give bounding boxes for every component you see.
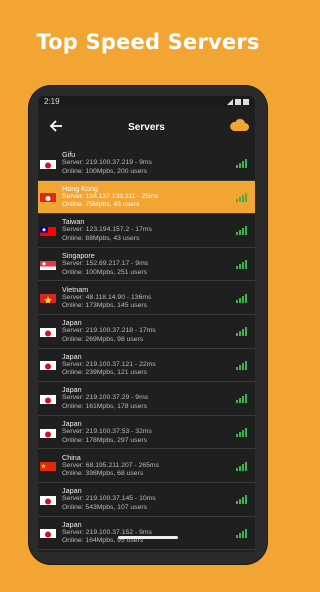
status-icons xyxy=(227,98,249,105)
signal-strength-icon xyxy=(236,461,248,471)
server-row[interactable]: Japan Server: 219.100.37.152 - 9ms Online:… xyxy=(38,517,255,551)
server-info: Taiwan Server: 123.194.157.2 - 17ms Online… xyxy=(62,217,236,243)
flag-japan-icon xyxy=(40,393,56,404)
server-address: Server: 123.194.157.2 - 17ms xyxy=(62,226,152,234)
server-country: Taiwan xyxy=(62,217,85,227)
server-row[interactable]: Japan Server: 219.100.37.53 - 32ms Online:… xyxy=(38,416,255,450)
server-online: Online: 88Mpbs, 43 users xyxy=(62,234,140,242)
app-screen: 2:19 Servers Gifu Server: 219.100.37.219 … xyxy=(38,96,255,552)
server-country: Japan xyxy=(62,385,82,395)
flag-vietnam-icon xyxy=(40,292,56,304)
status-time: 2:19 xyxy=(44,97,60,106)
server-country: Japan xyxy=(62,351,82,361)
server-address: Server: 219.100.37.121 - 22ms xyxy=(62,360,156,368)
server-country: Japan xyxy=(62,486,82,496)
status-bar: 2:19 xyxy=(38,96,255,107)
server-online: Online: 398Mpbs, 68 users xyxy=(62,470,144,478)
server-info: Gifu Server: 219.100.37.219 - 9ms Online: … xyxy=(62,150,236,176)
signal-status-icon xyxy=(235,98,241,105)
flag-japan-icon xyxy=(40,494,56,505)
server-row[interactable]: Japan Server: 219.100.37.29 - 9ms Online: … xyxy=(38,382,255,416)
signal-strength-icon xyxy=(236,259,248,270)
server-online: Online: 178Mpbs, 297 users xyxy=(62,436,148,444)
server-info: Japan Server: 219.100.37.218 - 17ms Online… xyxy=(62,318,236,344)
arrow-left-icon[interactable] xyxy=(48,118,64,134)
server-address: Server: 48.118.14.90 - 136ms xyxy=(62,293,152,301)
app-bar: Servers xyxy=(38,107,255,147)
server-online: Online: 161Mpbs, 178 users xyxy=(62,402,148,410)
cloud-icon[interactable] xyxy=(229,118,249,132)
server-address: Server: 219.100.37.53 - 32ms xyxy=(62,427,152,435)
server-online: Online: 75Mpbs, 43 users xyxy=(62,201,140,209)
signal-strength-icon xyxy=(236,326,248,337)
signal-strength-icon xyxy=(236,528,248,538)
server-online: Online: 543Mpbs, 107 users xyxy=(62,503,148,511)
server-list: Gifu Server: 219.100.37.219 - 9ms Online: … xyxy=(38,147,255,551)
headline: Top Speed Servers xyxy=(36,30,260,54)
server-info: China Server: 68.195.211.207 - 265ms Onlin… xyxy=(62,453,236,479)
server-row[interactable]: Hong Kong Server: 118.137.133.111 - 25ms O… xyxy=(38,180,255,215)
server-country: China xyxy=(62,452,81,462)
flag-japan-icon xyxy=(40,427,56,438)
server-row[interactable]: Japan Server: 219.100.37.121 - 22ms Online… xyxy=(38,349,255,383)
server-info: Hong Kong Server: 118.137.133.111 - 25ms O… xyxy=(62,184,236,210)
server-address: Server: 118.137.133.111 - 25ms xyxy=(62,192,158,200)
signal-strength-icon xyxy=(236,293,248,303)
flag-japan-icon xyxy=(40,158,56,169)
server-online: Online: 173Mpbs, 145 users xyxy=(62,302,148,310)
signal-strength-icon xyxy=(236,494,248,505)
server-address: Server: 219.100.37.219 - 9ms xyxy=(62,159,152,167)
server-row[interactable]: Vietnam Server: 48.118.14.90 - 136ms Onlin… xyxy=(38,281,255,315)
server-online: Online: 100Mpbs, 251 users xyxy=(62,268,148,276)
server-country: Japan xyxy=(62,318,82,328)
flag-singapore-icon xyxy=(40,259,56,270)
flag-china-icon xyxy=(40,460,56,472)
server-info: Japan Server: 219.100.37.53 - 32ms Online:… xyxy=(62,419,236,445)
server-online: Online: 269Mpbs, 98 users xyxy=(62,335,144,343)
server-row[interactable]: Singapore Server: 152.69.217.17 - 9ms Onli… xyxy=(38,248,255,282)
server-country: Vietnam xyxy=(62,284,89,294)
server-info: Singapore Server: 152.69.217.17 - 9ms Onli… xyxy=(62,251,236,277)
server-address: Server: 219.100.37.145 - 10ms xyxy=(62,495,156,503)
server-country: Hong Kong xyxy=(62,183,98,193)
flag-japan-icon xyxy=(40,527,56,539)
server-address: Server: 68.195.211.207 - 265ms xyxy=(62,461,159,469)
server-row[interactable]: Japan Server: 219.100.37.145 - 10ms Online… xyxy=(38,483,255,517)
server-country: Singapore xyxy=(62,250,95,260)
server-info: Japan Server: 219.100.37.29 - 9ms Online: … xyxy=(62,385,236,411)
server-country: Gifu xyxy=(62,150,76,160)
battery-icon xyxy=(243,98,249,105)
signal-strength-icon xyxy=(236,225,248,236)
signal-strength-icon xyxy=(236,192,248,202)
server-online: Online: 100Mpbs, 200 users xyxy=(62,167,148,175)
server-info: Japan Server: 219.100.37.152 - 9ms Online:… xyxy=(62,520,236,546)
server-country: Japan xyxy=(62,418,82,428)
server-info: Japan Server: 219.100.37.121 - 22ms Online… xyxy=(62,352,236,378)
flag-taiwan-icon xyxy=(40,225,56,236)
app-title: Servers xyxy=(128,121,165,133)
server-address: Server: 152.69.217.17 - 9ms xyxy=(62,259,149,267)
server-online: Online: 239Mpbs, 121 users xyxy=(62,369,148,377)
server-country: Japan xyxy=(62,519,82,529)
signal-strength-icon xyxy=(236,393,248,404)
signal-strength-icon xyxy=(236,158,248,169)
server-address: Server: 219.100.37.218 - 17ms xyxy=(62,327,156,335)
flag-japan-icon xyxy=(40,359,56,371)
signal-strength-icon xyxy=(236,360,248,370)
server-row[interactable]: Japan Server: 219.100.37.218 - 17ms Online… xyxy=(38,315,255,349)
flag-hong-kong-icon xyxy=(40,191,56,203)
home-indicator xyxy=(118,536,178,539)
server-row[interactable]: China Server: 68.195.211.207 - 265ms Onlin… xyxy=(38,449,255,483)
server-address: Server: 219.100.37.29 - 9ms xyxy=(62,394,149,402)
wifi-icon xyxy=(227,98,233,105)
server-info: Vietnam Server: 48.118.14.90 - 136ms Onlin… xyxy=(62,285,236,311)
server-info: Japan Server: 219.100.37.145 - 10ms Online… xyxy=(62,486,236,512)
signal-strength-icon xyxy=(236,427,248,438)
flag-japan-icon xyxy=(40,326,56,337)
server-row[interactable]: Taiwan Server: 123.194.157.2 - 17ms Online… xyxy=(38,214,255,248)
server-row[interactable]: Gifu Server: 219.100.37.219 - 9ms Online: … xyxy=(38,147,255,181)
